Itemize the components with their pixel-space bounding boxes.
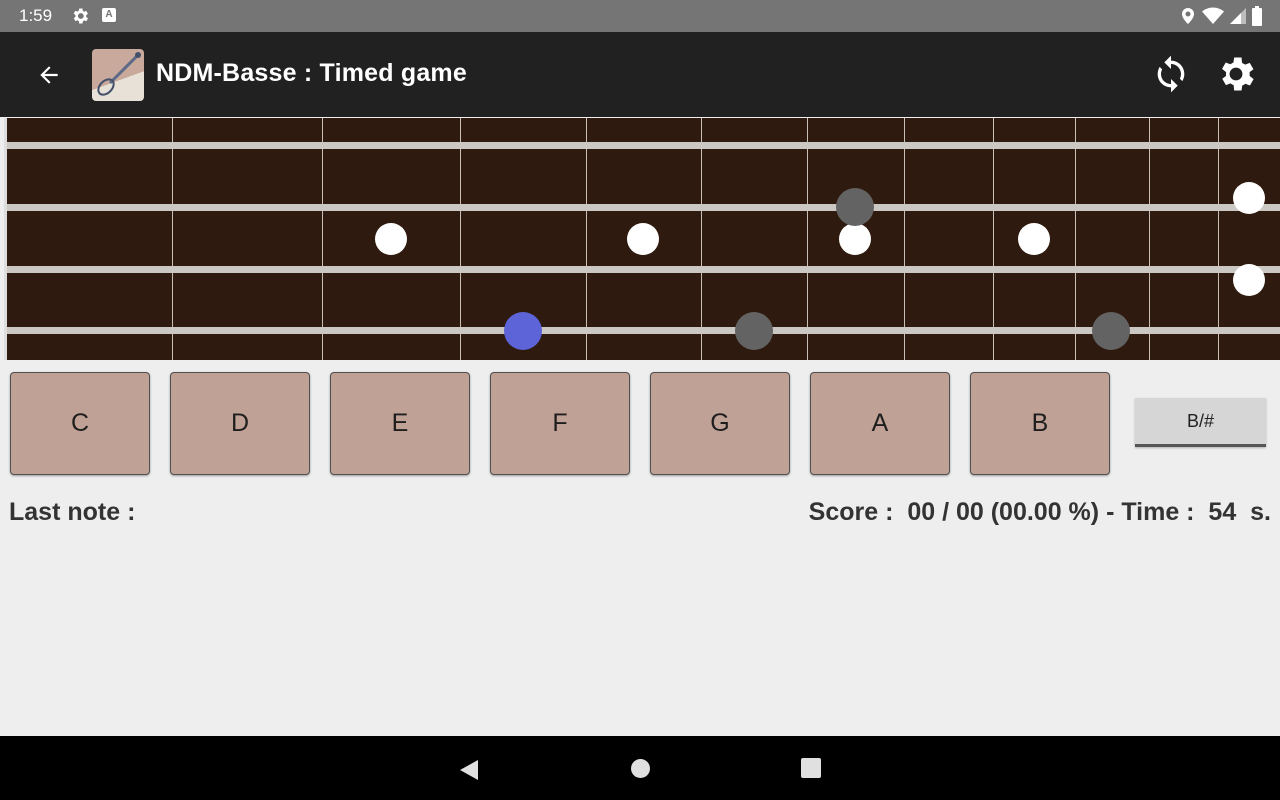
score-value: 00 / 00 (00.00 %) (907, 498, 1100, 526)
app-logo (92, 49, 144, 101)
accidental-toggle-button[interactable]: B/# (1135, 398, 1266, 447)
string-3 (7, 266, 1280, 273)
note-marker (836, 188, 874, 226)
time-value: 54 (1208, 498, 1237, 526)
fret-inlay-dot (627, 223, 659, 255)
note-button-e[interactable]: E (330, 372, 470, 475)
string-2 (7, 204, 1280, 211)
arrow-left-icon (40, 66, 58, 84)
settings-notification-icon (73, 8, 88, 24)
fret-6 (807, 118, 808, 360)
fret-inlay-dot (1018, 223, 1050, 255)
fret-10 (1149, 118, 1150, 360)
fret-inlay-dot (1233, 182, 1265, 214)
time-unit: s. (1250, 498, 1271, 526)
score-label: Score : (808, 498, 901, 526)
page-title: NDM-Basse : Timed game (156, 59, 467, 87)
fret-4 (586, 118, 587, 360)
bass-guitar-icon (97, 52, 141, 96)
fret-8 (993, 118, 994, 360)
fret-inlay-dot (1233, 264, 1265, 296)
score-row: Score : 00 / 00 (00.00 %) - Time : 54 s. (809, 498, 1271, 527)
time-label: - Time : (1099, 498, 1202, 526)
note-button-a[interactable]: A (810, 372, 950, 475)
gear-icon (1222, 57, 1254, 91)
fret-5 (701, 118, 702, 360)
note-button-g[interactable]: G (650, 372, 790, 475)
nav-back-button[interactable] (458, 758, 480, 782)
back-button[interactable] (30, 56, 68, 94)
string-1 (7, 142, 1280, 149)
battery-icon (1252, 6, 1262, 26)
note-button-b[interactable]: B (970, 372, 1110, 475)
status-bar: 1:59 A (0, 0, 1280, 32)
fret-2 (322, 118, 323, 360)
last-note-label: Last note : (9, 498, 136, 526)
note-marker (735, 312, 773, 350)
note-button-c[interactable]: C (10, 372, 150, 475)
refresh-icon (1157, 55, 1185, 93)
note-button-d[interactable]: D (170, 372, 310, 475)
status-icons (1180, 6, 1262, 26)
restart-button[interactable] (1151, 54, 1191, 94)
note-marker (1092, 312, 1130, 350)
settings-button[interactable] (1214, 52, 1258, 96)
string-4 (7, 327, 1280, 334)
nav-home-button[interactable] (631, 759, 650, 778)
cell-signal-icon (1230, 8, 1246, 24)
location-icon (1182, 8, 1194, 24)
fret-inlay-dot (375, 223, 407, 255)
fret-9 (1075, 118, 1076, 360)
fret-inlay-dot (839, 223, 871, 255)
note-button-f[interactable]: F (490, 372, 630, 475)
wifi-icon (1202, 7, 1224, 24)
keyboard-notification-icon: A (102, 8, 116, 22)
fretboard[interactable] (4, 118, 1280, 360)
fret-3 (460, 118, 461, 360)
fret-7 (904, 118, 905, 360)
fret-1 (172, 118, 173, 360)
active-note-marker (504, 312, 542, 350)
status-time: 1:59 (19, 6, 53, 25)
nav-recents-button[interactable] (801, 758, 821, 778)
fret-11 (1218, 118, 1219, 360)
app-bar: NDM-Basse : Timed game (0, 32, 1280, 117)
